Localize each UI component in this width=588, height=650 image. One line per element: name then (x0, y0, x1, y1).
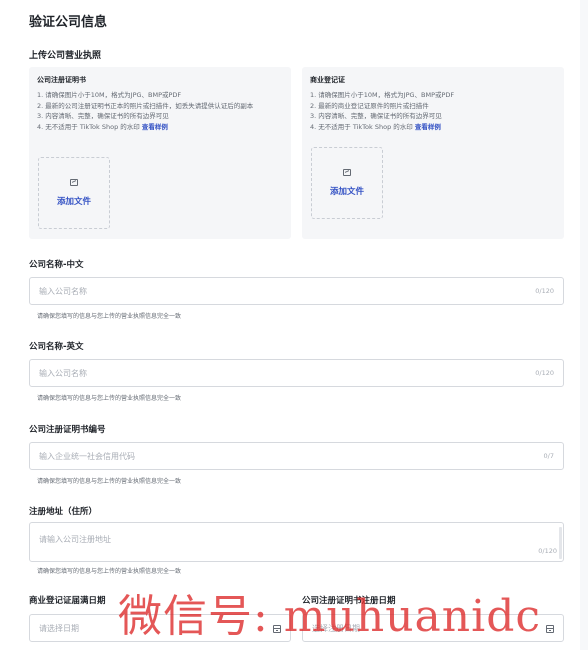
page-right-edge (580, 0, 588, 650)
field-hint: 请确保您填写的信息与您上传的营业执照信息完全一致 (37, 478, 182, 485)
placeholder: 输入企业统一社会信用代码 (39, 452, 135, 461)
requirement-item: 2. 最新的公司注册证明书正本的照片或扫描件，如丢失请提供认证后的副本 (37, 101, 254, 110)
upload-panel-business-reg: 商业登记证 1. 请确保图片小于10M，格式为JPG、BMP或PDF 2. 最新… (302, 67, 564, 239)
requirement-item: 1. 请确保图片小于10M，格式为JPG、BMP或PDF (37, 91, 182, 99)
placeholder: 输入公司名称 (39, 287, 87, 296)
verify-company-page: 验证公司信息 上传公司营业执照 公司注册证明书 1. 请确保图片小于10M，格式… (0, 0, 588, 650)
requirement-item: 4. 无不适用于 TikTok Shop 的水印 (37, 122, 140, 131)
cert-number-label: 公司注册证明书编号 (29, 425, 106, 435)
requirement-item: 2. 最新的商业登记证原件的照片或扫描件 (310, 101, 429, 110)
view-sample-link[interactable]: 查看样例 (415, 123, 441, 131)
field-hint: 请确保您填写的信息与您上传的营业执照信息完全一致 (37, 395, 182, 402)
add-file-button[interactable]: 添加文件 (38, 157, 110, 229)
registered-address-label: 注册地址（住所） (29, 507, 98, 517)
page-title: 验证公司信息 (29, 15, 108, 30)
field-hint: 请确保您填写的信息与您上传的营业执照信息完全一致 (37, 568, 182, 575)
requirements-list: 1. 请确保图片小于10M，格式为JPG、BMP或PDF 2. 最新的商业登记证… (310, 90, 560, 132)
add-file-label: 添加文件 (329, 187, 364, 197)
upload-panel-registration-cert: 公司注册证明书 1. 请确保图片小于10M，格式为JPG、BMP或PDF 2. … (29, 67, 291, 239)
placeholder: 请输入公司注册地址 (39, 535, 111, 544)
char-counter: 0/120 (535, 287, 554, 295)
textarea-scrollbar[interactable] (559, 527, 562, 559)
requirement-item: 3. 内容清晰、完整，确保证书的所有边界可见 (37, 112, 169, 120)
company-name-en-input[interactable]: 输入公司名称 0/120 (29, 359, 564, 387)
upload-section-label: 上传公司营业执照 (29, 51, 102, 61)
requirement-item-with-link: 4. 无不适用于 TikTok Shop 的水印 查看样例 (37, 122, 287, 133)
cert-number-input[interactable]: 输入企业统一社会信用代码 0/7 (29, 442, 564, 470)
requirements-list: 1. 请确保图片小于10M，格式为JPG、BMP或PDF 2. 最新的公司注册证… (37, 90, 287, 132)
add-file-label: 添加文件 (56, 197, 91, 207)
char-counter: 0/120 (535, 369, 554, 377)
field-hint: 请确保您填写的信息与您上传的营业执照信息完全一致 (37, 313, 182, 320)
add-file-button[interactable]: 添加文件 (311, 147, 383, 219)
requirement-item: 4. 无不适用于 TikTok Shop 的水印 (310, 122, 413, 131)
registered-address-textarea[interactable]: 请输入公司注册地址 0/120 (29, 522, 564, 562)
watermark-text: 微信号: muhuanidc (118, 591, 541, 642)
placeholder: 请选择日期 (39, 624, 79, 633)
company-name-cn-input[interactable]: 输入公司名称 0/120 (29, 277, 564, 305)
panel-title: 公司注册证明书 (37, 76, 86, 84)
char-counter: 0/120 (538, 547, 557, 555)
placeholder: 输入公司名称 (39, 369, 87, 378)
company-name-cn-label: 公司名称-中文 (29, 260, 84, 270)
company-name-en-label: 公司名称-英文 (29, 342, 84, 352)
char-counter: 0/7 (543, 452, 554, 460)
panel-title: 商业登记证 (310, 76, 345, 84)
expiry-date-label: 商业登记证届满日期 (29, 596, 106, 606)
requirement-item: 1. 请确保图片小于10M，格式为JPG、BMP或PDF (310, 91, 455, 99)
image-icon (343, 169, 351, 176)
calendar-icon[interactable] (546, 625, 554, 633)
image-icon (70, 179, 78, 186)
requirement-item-with-link: 4. 无不适用于 TikTok Shop 的水印 查看样例 (310, 122, 560, 133)
view-sample-link[interactable]: 查看样例 (142, 123, 168, 131)
requirement-item: 3. 内容清晰、完整，确保证书的所有边界可见 (310, 112, 442, 120)
